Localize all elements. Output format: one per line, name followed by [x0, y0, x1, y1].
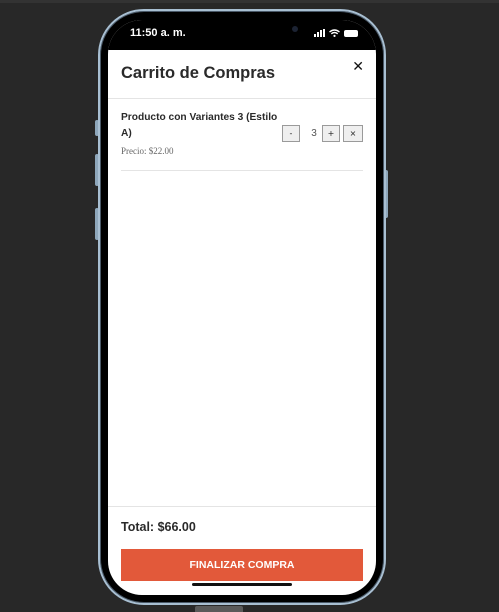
top-edge — [0, 0, 499, 3]
checkout-button[interactable]: FINALIZAR COMPRA — [121, 549, 363, 581]
status-bar: 11:50 a. m. — [108, 20, 376, 50]
page-title: Carrito de Compras — [121, 64, 276, 82]
camera-icon — [292, 26, 298, 32]
item-price: Precio: $22.00 — [121, 146, 174, 156]
increment-button[interactable]: + — [322, 125, 340, 142]
home-indicator — [192, 583, 292, 586]
close-icon[interactable]: ✕ — [352, 59, 364, 75]
signal-icon — [314, 29, 325, 37]
status-time: 11:50 a. m. — [130, 27, 186, 39]
decrement-button[interactable]: - — [282, 125, 300, 142]
cart-header: Carrito de Compras ✕ — [108, 50, 376, 99]
cart-item: Producto con Variantes 3 (Estilo A) Prec… — [121, 110, 363, 171]
battery-icon — [344, 29, 358, 37]
status-icons — [314, 29, 358, 37]
bottom-tab-stub — [195, 606, 243, 612]
item-name: Producto con Variantes 3 (Estilo A) — [121, 112, 278, 139]
footer-divider — [108, 506, 376, 507]
phone-screen: 11:50 a. m. Carrito de Compras ✕ Product… — [108, 20, 376, 595]
quantity-value: 3 — [311, 128, 317, 139]
wifi-icon — [329, 29, 340, 37]
notch — [194, 20, 298, 44]
cart-total: Total: $66.00 — [121, 520, 196, 534]
remove-item-button[interactable]: × — [343, 125, 363, 142]
